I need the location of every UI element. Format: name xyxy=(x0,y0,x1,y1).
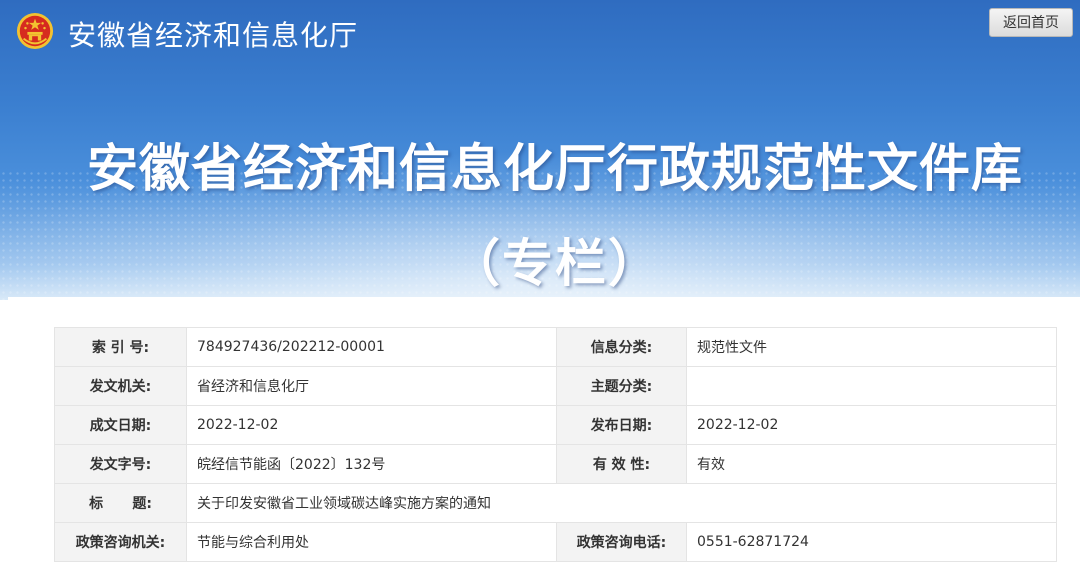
created-date-label: 成文日期: xyxy=(54,405,187,445)
table-row: 标 题: 关于印发安徽省工业领域碳达峰实施方案的通知 xyxy=(54,483,1057,523)
validity-label: 有 效 性: xyxy=(556,444,687,484)
national-emblem-icon xyxy=(16,12,54,50)
banner-subtitle: （专栏） xyxy=(448,235,661,294)
published-date-value: 2022-12-02 xyxy=(686,405,1057,445)
banner-title: 安徽省经济和信息化厅行政规范性文件库 xyxy=(86,140,1023,199)
table-row: 发文字号: 皖经信节能函〔2022〕132号 有 效 性: 有效 xyxy=(54,444,1057,484)
category-label: 信息分类: xyxy=(556,327,687,367)
consult-phone-label: 政策咨询电话: xyxy=(556,522,687,562)
doc-number-label: 发文字号: xyxy=(54,444,187,484)
table-row: 政策咨询机关: 节能与综合利用处 政策咨询电话: 0551-62871724 xyxy=(54,522,1057,562)
consult-org-label: 政策咨询机关: xyxy=(54,522,187,562)
issuer-label: 发文机关: xyxy=(54,366,187,406)
category-value: 规范性文件 xyxy=(686,327,1057,367)
index-value: 784927436/202212-00001 xyxy=(186,327,557,367)
created-date-value: 2022-12-02 xyxy=(186,405,557,445)
doc-number-value: 皖经信节能函〔2022〕132号 xyxy=(186,444,557,484)
title-label: 标 题: xyxy=(54,483,187,523)
document-info-table: 索 引 号: 784927436/202212-00001 信息分类: 规范性文… xyxy=(54,327,1057,562)
title-value: 关于印发安徽省工业领域碳达峰实施方案的通知 xyxy=(186,483,1057,523)
site-title: 安徽省经济和信息化厅 xyxy=(68,19,359,52)
header-banner: 安徽省经济和信息化厅 返回首页 安徽省经济和信息化厅行政规范性文件库 （专栏） xyxy=(0,0,1080,300)
back-home-button[interactable]: 返回首页 xyxy=(989,8,1073,37)
index-label: 索 引 号: xyxy=(54,327,187,367)
published-date-label: 发布日期: xyxy=(556,405,687,445)
issuer-value: 省经济和信息化厅 xyxy=(186,366,557,406)
table-row: 索 引 号: 784927436/202212-00001 信息分类: 规范性文… xyxy=(54,327,1057,367)
consult-org-value: 节能与综合利用处 xyxy=(186,522,557,562)
table-row: 发文机关: 省经济和信息化厅 主题分类: xyxy=(54,366,1057,406)
theme-label: 主题分类: xyxy=(556,366,687,406)
consult-phone-value: 0551-62871724 xyxy=(686,522,1057,562)
validity-value: 有效 xyxy=(686,444,1057,484)
table-row: 成文日期: 2022-12-02 发布日期: 2022-12-02 xyxy=(54,405,1057,445)
theme-value xyxy=(686,366,1057,406)
